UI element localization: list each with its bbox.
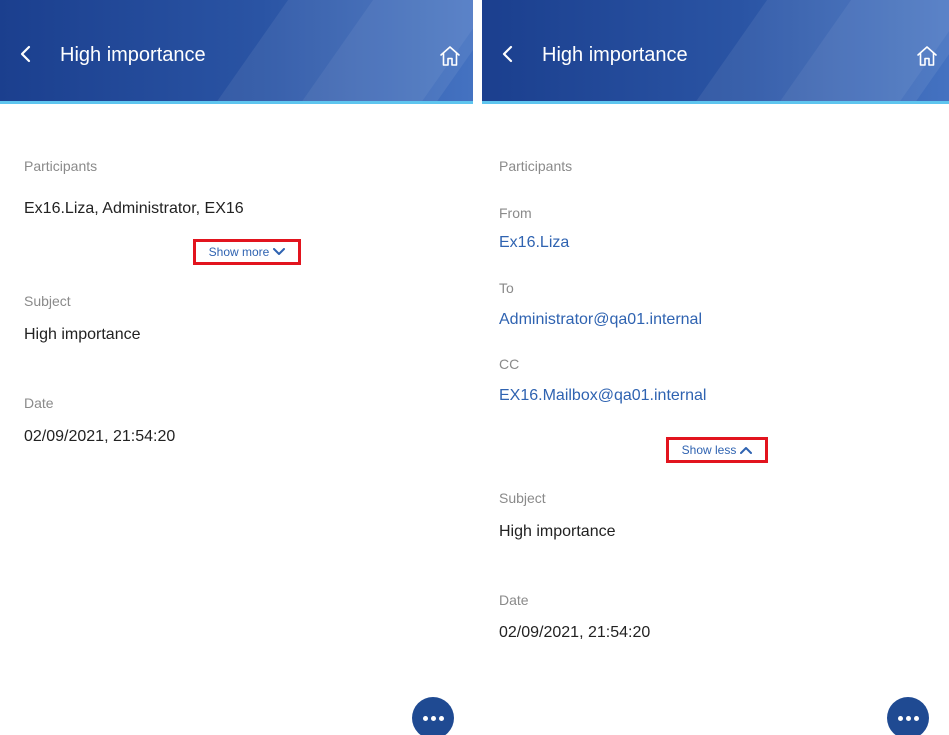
show-less-button[interactable]: Show less <box>666 437 768 463</box>
chevron-up-icon <box>740 447 753 454</box>
show-more-label: Show more <box>208 245 270 259</box>
home-icon[interactable] <box>915 44 939 68</box>
header: High importance <box>0 0 473 104</box>
date-value: 02/09/2021, 21:54:20 <box>24 428 176 445</box>
from-link[interactable]: Ex16.Liza <box>499 234 569 252</box>
page-title: High importance <box>60 44 206 66</box>
participants-value: Ex16.Liza, Administrator, EX16 <box>24 200 244 217</box>
subject-value: High importance <box>499 523 616 540</box>
subject-label: Subject <box>24 293 71 309</box>
participants-label: Participants <box>24 158 98 174</box>
page-title: High importance <box>542 44 688 66</box>
more-icon <box>422 715 444 721</box>
chevron-left-icon[interactable] <box>18 43 34 65</box>
from-label: From <box>499 205 532 221</box>
date-value: 02/09/2021, 21:54:20 <box>499 624 651 641</box>
more-icon <box>897 715 919 721</box>
chevron-left-icon[interactable] <box>500 43 516 65</box>
more-actions-button[interactable] <box>887 697 929 735</box>
cc-label: CC <box>499 356 520 372</box>
date-label: Date <box>499 592 529 608</box>
cc-link[interactable]: EX16.Mailbox@qa01.internal <box>499 387 706 405</box>
more-actions-button[interactable] <box>412 697 454 735</box>
right-panel: High importance Participants From Ex16.L… <box>482 0 949 735</box>
left-panel: High importance Participants Ex16.Liza, … <box>0 0 473 735</box>
panel-divider <box>473 0 482 735</box>
show-more-button[interactable]: Show more <box>193 239 301 265</box>
subject-value: High importance <box>24 326 141 343</box>
show-less-label: Show less <box>681 443 737 457</box>
header: High importance <box>482 0 949 104</box>
participants-label: Participants <box>499 158 573 174</box>
home-icon[interactable] <box>438 44 462 68</box>
to-label: To <box>499 280 514 296</box>
chevron-down-icon <box>273 248 286 255</box>
date-label: Date <box>24 395 54 411</box>
to-link[interactable]: Administrator@qa01.internal <box>499 311 702 329</box>
subject-label: Subject <box>499 490 546 506</box>
